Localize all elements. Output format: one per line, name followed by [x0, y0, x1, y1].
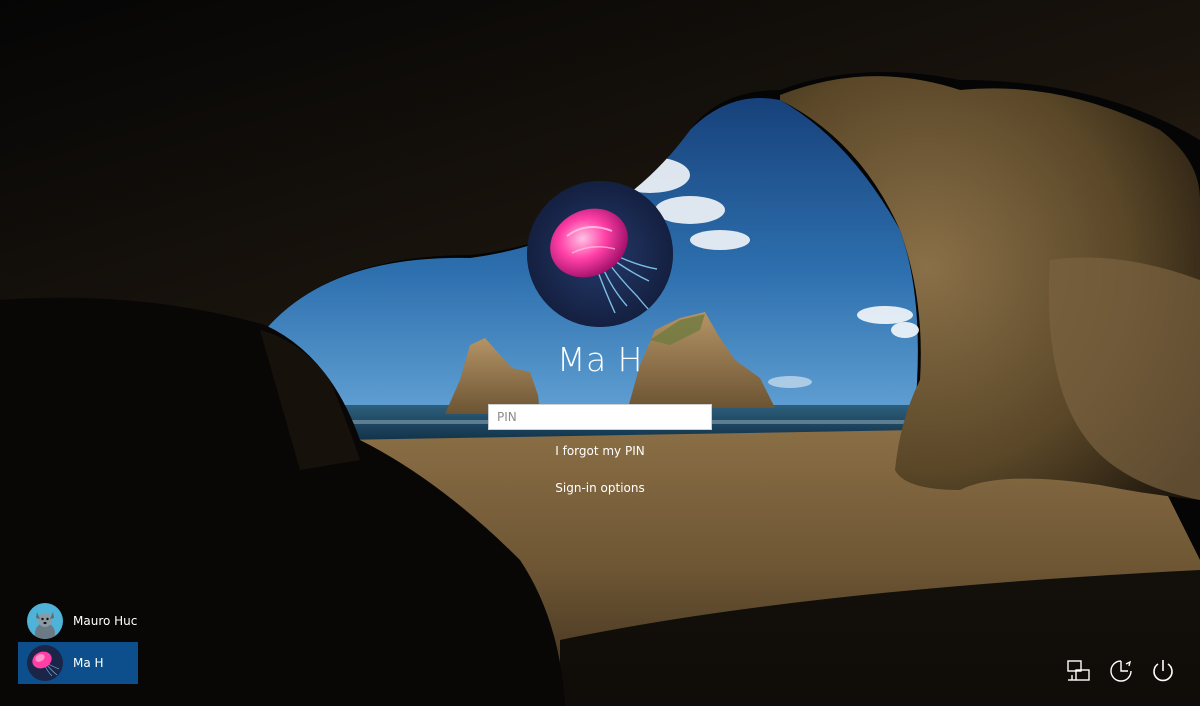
ease-of-access-icon[interactable]: [1108, 658, 1134, 684]
user-name: Ma H: [557, 340, 643, 379]
power-icon[interactable]: [1150, 658, 1176, 684]
user-item-label: Mauro Huc: [73, 614, 138, 628]
jellyfish-avatar-icon: [27, 645, 63, 681]
user-item-ma-h[interactable]: Ma H: [18, 642, 138, 684]
dog-avatar-icon: [27, 603, 63, 639]
network-icon[interactable]: [1066, 658, 1092, 684]
system-tray: [1066, 658, 1176, 684]
pin-input[interactable]: [488, 404, 712, 430]
user-avatar: [527, 181, 673, 327]
user-item-label: Ma H: [73, 656, 104, 670]
sign-in-options-link[interactable]: Sign-in options: [0, 481, 1200, 495]
jellyfish-icon: [527, 181, 673, 327]
user-list: Mauro Huc Ma H: [18, 600, 138, 684]
user-item-mauro-huc[interactable]: Mauro Huc: [18, 600, 138, 642]
forgot-pin-link[interactable]: I forgot my PIN: [0, 444, 1200, 458]
